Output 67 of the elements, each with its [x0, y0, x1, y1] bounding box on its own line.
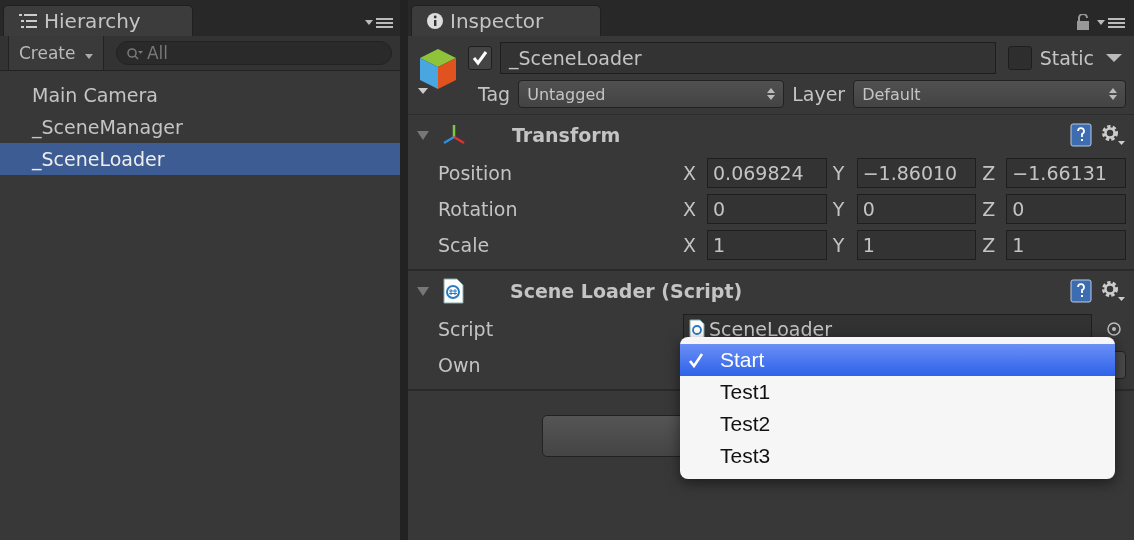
axis-label: Z [982, 198, 997, 220]
object-picker-icon[interactable] [1106, 321, 1122, 337]
caret-icon [84, 53, 93, 59]
axis-label: Y [832, 162, 846, 184]
property-label: Script [438, 318, 495, 340]
checkmark-icon [471, 49, 489, 67]
axes-icon [442, 123, 466, 147]
layer-label: Layer [792, 83, 846, 105]
number-field[interactable]: 1 [1006, 230, 1126, 260]
checkmark-icon [688, 352, 704, 368]
expanded-arrow-icon[interactable] [416, 128, 430, 142]
property-label: Position [438, 162, 513, 184]
lock-icon[interactable] [1076, 14, 1090, 30]
static-label: Static [1039, 47, 1094, 69]
property-label: Own [438, 354, 482, 376]
name-field[interactable]: _SceneLoader [500, 42, 996, 74]
component-title: Scene Loader (Script) [510, 280, 744, 302]
dropdown-arrow-icon[interactable] [1106, 53, 1122, 63]
expanded-arrow-icon[interactable] [416, 284, 430, 298]
up-down-arrows-icon [767, 87, 776, 101]
layer-dropdown[interactable]: Default [853, 80, 1126, 108]
number-field[interactable]: −1.66131 [1006, 158, 1126, 188]
property-label: Scale [438, 234, 491, 256]
gear-icon[interactable] [1100, 123, 1126, 147]
info-icon [426, 12, 444, 30]
axis-label: Z [982, 234, 997, 256]
static-checkbox[interactable] [1007, 46, 1032, 70]
field-value: SceneLoader [709, 318, 832, 340]
script-file-icon [442, 278, 464, 304]
list-icon [18, 13, 38, 29]
panel-menu-icon[interactable] [364, 16, 394, 28]
axis-label: X [683, 198, 698, 220]
axis-label: X [683, 162, 698, 184]
property-label: Rotation [438, 198, 519, 220]
axis-label: Y [832, 198, 846, 220]
up-down-arrows-icon [1109, 87, 1117, 101]
component-title: Transform [512, 124, 622, 146]
tab-title: Inspector [450, 9, 544, 33]
number-field[interactable]: 1 [707, 230, 827, 260]
axis-label: X [683, 234, 698, 256]
menu-option[interactable]: Start [680, 344, 1115, 376]
inspector-tab[interactable]: Inspector [411, 5, 601, 36]
tab-title: Hierarchy [44, 9, 141, 33]
number-field[interactable]: −1.86010 [856, 158, 977, 188]
axis-label: Z [982, 162, 997, 184]
panel-menu-icon[interactable] [1096, 16, 1126, 28]
menu-option[interactable]: Test3 [680, 440, 1115, 472]
number-field[interactable]: 0 [856, 194, 977, 224]
help-book-icon[interactable] [1070, 279, 1092, 303]
tag-dropdown[interactable]: Untagged [518, 80, 785, 108]
number-field[interactable]: 0.069824 [707, 158, 827, 188]
tag-label: Tag [478, 83, 511, 105]
hierarchy-item[interactable]: _SceneLoader [0, 143, 400, 175]
active-checkbox[interactable] [468, 46, 492, 70]
number-field[interactable]: 0 [707, 194, 827, 224]
hierarchy-item[interactable]: Main Camera [0, 79, 400, 111]
hierarchy-item[interactable]: _SceneManager [0, 111, 400, 143]
number-field[interactable]: 1 [856, 230, 977, 260]
hierarchy-tab[interactable]: Hierarchy [3, 5, 193, 36]
create-button[interactable]: Create [8, 36, 104, 70]
number-field[interactable]: 0 [1006, 194, 1126, 224]
axis-label: Y [832, 234, 846, 256]
gear-icon[interactable] [1100, 279, 1126, 303]
search-field[interactable]: All [115, 41, 392, 65]
menu-option[interactable]: Test1 [680, 376, 1115, 408]
menu-option[interactable]: Test2 [680, 408, 1115, 440]
help-book-icon[interactable] [1070, 123, 1092, 147]
